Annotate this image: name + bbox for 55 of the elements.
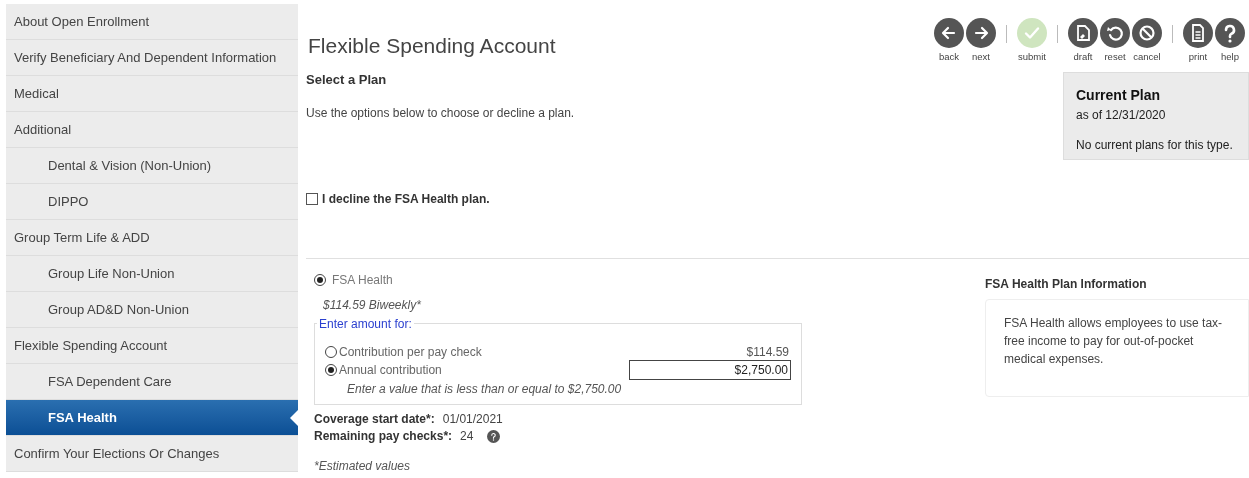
detail-value: 01/01/2021 — [442, 411, 503, 429]
reset-icon — [1100, 18, 1130, 48]
detail-label: Coverage start date*: — [314, 411, 435, 429]
fieldset-legend: Enter amount for: — [317, 314, 414, 333]
radio-button[interactable] — [325, 363, 337, 376]
detail-label: Remaining pay checks*: — [314, 428, 453, 446]
help-icon[interactable] — [487, 429, 501, 443]
sidebar-item[interactable]: Flexible Spending Account — [6, 328, 298, 364]
current-plan-message: No current plans for this type. — [1076, 137, 1234, 155]
plan-info-title: FSA Health Plan Information — [985, 275, 1148, 293]
amount-input[interactable]: $2,750.00 — [629, 359, 791, 380]
plan-info-text: FSA Health allows employees to use tax-free income to pay for out-of-pocket medical expenses. — [1004, 314, 1224, 368]
next-button[interactable]: next — [966, 18, 996, 65]
sidebar-item[interactable]: Dental & Vision (Non-Union) — [6, 148, 298, 184]
cancel-icon — [1132, 18, 1162, 48]
amount-value: $114.59 — [746, 343, 789, 361]
radio-button[interactable] — [314, 273, 326, 286]
checkmark-icon — [1017, 18, 1047, 48]
as-of-date: as of 12/31/2020 — [1076, 107, 1167, 125]
section-description: Use the options below to choose or decline a plan. — [306, 104, 576, 122]
sidebar-item[interactable]: Group AD&D Non-Union — [6, 292, 298, 328]
option-label: Contribution per pay check — [339, 343, 482, 361]
amount-hint: Enter a value that is less than or equal to $2,750.00 — [347, 380, 622, 398]
sidebar-item[interactable]: Group Term Life & ADD — [6, 220, 298, 256]
sidebar-item[interactable]: DIPPO — [6, 184, 298, 220]
help-icon — [1215, 18, 1245, 48]
sidebar-item[interactable]: Medical — [6, 76, 298, 112]
cancel-button[interactable]: cancel — [1132, 18, 1162, 65]
arrow-left-icon — [934, 18, 964, 48]
document-icon — [1183, 18, 1213, 48]
footnote: *Estimated values — [314, 457, 411, 475]
section-heading: Select a Plan — [306, 71, 388, 90]
plan-cost: $114.59 Biweekly* — [323, 296, 421, 314]
document-icon — [1068, 18, 1098, 48]
arrow-right-icon — [966, 18, 996, 48]
detail-value: 24 — [460, 428, 474, 446]
sidebar-item[interactable]: FSA Health — [6, 400, 298, 436]
print-button[interactable]: print — [1183, 18, 1213, 65]
back-button[interactable]: back — [934, 18, 964, 65]
reset-button[interactable]: reset — [1100, 18, 1130, 65]
sidebar-item[interactable]: Verify Beneficiary And Dependent Information — [6, 40, 298, 76]
page-title: Flexible Spending Account — [308, 33, 556, 59]
plan-option-label: FSA Health — [332, 271, 393, 289]
sidebar-item[interactable]: About Open Enrollment — [6, 4, 298, 40]
sidebar-item[interactable]: Additional — [6, 112, 298, 148]
sidebar-item[interactable]: FSA Dependent Care — [6, 364, 298, 400]
checkbox-label: I decline the FSA Health plan. — [322, 190, 490, 208]
draft-button[interactable]: draft — [1068, 18, 1098, 65]
sidebar-item[interactable]: Confirm Your Elections Or Changes — [6, 436, 298, 472]
option-label: Annual contribution — [339, 361, 442, 379]
decline-checkbox[interactable] — [306, 192, 318, 205]
sidebar-item[interactable]: Group Life Non-Union — [6, 256, 298, 292]
help-button[interactable]: help — [1215, 18, 1245, 65]
current-plan-title: Current Plan — [1076, 86, 1161, 106]
radio-button[interactable] — [325, 345, 337, 358]
